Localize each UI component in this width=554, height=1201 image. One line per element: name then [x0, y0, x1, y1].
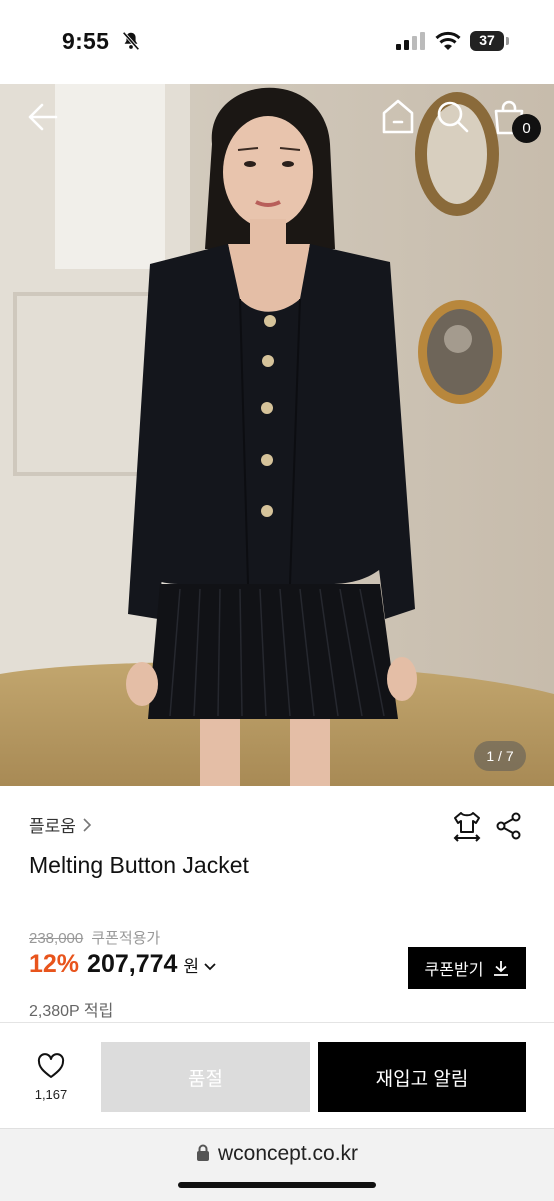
cart-count-badge: 0: [512, 114, 541, 143]
url-text: wconcept.co.kr: [217, 1142, 359, 1165]
battery-icon: 37: [470, 31, 510, 51]
restock-alert-label: 재입고 알림: [375, 1068, 469, 1090]
reward-points: 2,380P 적립: [29, 1003, 114, 1020]
signal-icon: [396, 32, 425, 50]
chevron-down-icon[interactable]: [204, 962, 216, 972]
chevron-right-icon: [83, 817, 92, 832]
wifi-icon: [435, 31, 461, 50]
currency-label: 원: [183, 957, 200, 976]
brand-link[interactable]: 플로움: [29, 812, 92, 837]
product-title: Melting Button Jacket: [29, 852, 249, 878]
download-icon: [494, 961, 509, 976]
sold-out-label: 품절: [188, 1068, 223, 1090]
restock-alert-button[interactable]: 재입고 알림: [318, 1042, 526, 1112]
search-icon[interactable]: [436, 100, 470, 134]
discount-rate: 12%: [29, 950, 80, 978]
wish-count: 1,167: [34, 1087, 68, 1102]
size-guide-icon[interactable]: [452, 810, 482, 842]
address-bar[interactable]: wconcept.co.kr: [0, 1142, 554, 1166]
get-coupon-button[interactable]: 쿠폰받기: [408, 947, 526, 989]
coupon-price-label: 쿠폰적용가: [91, 930, 161, 947]
home-icon[interactable]: [380, 98, 416, 136]
share-icon[interactable]: [496, 812, 522, 840]
heart-icon: [37, 1053, 65, 1078]
brand-name: 플로움: [29, 817, 76, 836]
sold-out-button: 품절: [101, 1042, 310, 1112]
image-counter: 1 / 7: [474, 741, 526, 771]
product-photo: [0, 84, 554, 786]
product-image[interactable]: [0, 84, 554, 786]
original-price-row: 238,000 쿠폰적용가: [29, 927, 160, 948]
original-price: 238,000: [29, 930, 84, 947]
wishlist-button[interactable]: 1,167: [30, 1053, 72, 1102]
sale-price: 207,774: [87, 950, 178, 978]
price-row[interactable]: 12% 207,774 원: [29, 950, 216, 979]
status-time: 9:55: [62, 28, 110, 54]
home-indicator: [178, 1182, 376, 1188]
battery-level: 37: [479, 32, 495, 48]
get-coupon-label: 쿠폰받기: [424, 962, 484, 979]
status-bar: 9:55 37: [0, 0, 554, 84]
bell-off-icon: [122, 31, 140, 51]
lock-icon: [196, 1144, 209, 1161]
back-arrow-icon[interactable]: [26, 100, 60, 134]
